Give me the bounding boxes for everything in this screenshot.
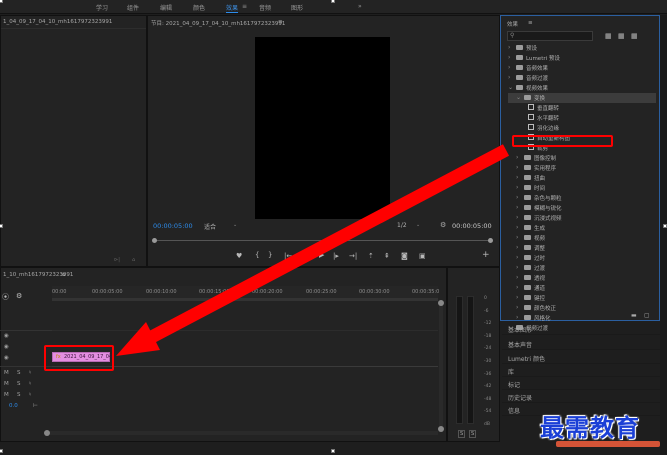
frame-handle bbox=[331, 449, 335, 453]
annotation-arrow bbox=[116, 144, 510, 356]
frame-handle bbox=[0, 224, 3, 228]
annotation-box-clip bbox=[44, 345, 114, 371]
annotation-box-crop bbox=[512, 135, 613, 147]
frame-handle bbox=[0, 0, 3, 3]
frame-handle bbox=[0, 449, 3, 453]
watermark-logo: 最需教育 bbox=[540, 414, 640, 442]
frame-handle bbox=[663, 224, 667, 228]
annotation-arrowhead bbox=[116, 322, 160, 356]
watermark-strip bbox=[556, 441, 660, 447]
frame-handle bbox=[331, 0, 335, 3]
annotation-arrow-shaft bbox=[142, 144, 510, 346]
